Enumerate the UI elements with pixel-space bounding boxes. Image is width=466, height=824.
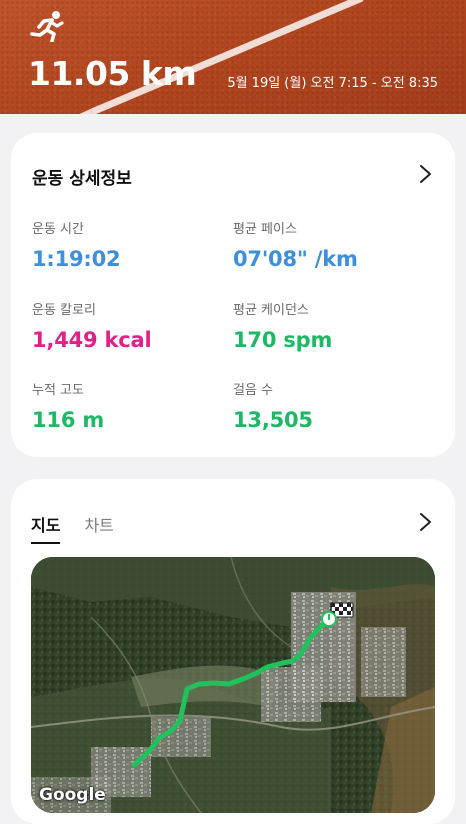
map-tabs: 지도 차트 <box>31 512 114 544</box>
metric-value: 1,449 kcal <box>32 328 152 352</box>
metric-value: 1:19:02 <box>32 247 121 271</box>
start-marker-icon <box>321 611 337 627</box>
workout-details-card[interactable]: 운동 상세정보 운동 시간 1:19:02 평균 페이스 07'08" /km … <box>11 133 455 457</box>
activity-header: 11.05 km 5월 19일 (월) 오전 7:15 - 오전 8:35 <box>0 0 466 114</box>
metric-avg-cadence: 평균 케이던스 170 spm <box>233 299 423 352</box>
metric-label: 평균 케이던스 <box>233 303 309 318</box>
google-attribution: Google <box>39 785 106 805</box>
tab-map[interactable]: 지도 <box>31 512 61 544</box>
satellite-map <box>31 557 435 813</box>
runner-icon <box>30 11 64 42</box>
chevron-right-icon[interactable] <box>415 164 435 184</box>
metric-label: 운동 칼로리 <box>32 303 96 318</box>
metric-value: 07'08" /km <box>233 247 358 271</box>
metric-label: 걸음 수 <box>233 383 274 398</box>
metric-duration: 운동 시간 1:19:02 <box>32 218 222 271</box>
details-title: 운동 상세정보 <box>32 169 132 189</box>
route-map[interactable]: Google <box>31 557 435 813</box>
metric-value: 116 m <box>32 408 105 432</box>
map-card: 지도 차트 Google <box>11 479 455 824</box>
tab-chart[interactable]: 차트 <box>84 512 113 544</box>
metric-avg-pace: 평균 페이스 07'08" /km <box>233 218 423 271</box>
distance-value: 11.05 km <box>28 54 197 93</box>
metric-label: 평균 페이스 <box>233 222 297 237</box>
metric-calories: 운동 칼로리 1,449 kcal <box>32 299 222 352</box>
chevron-right-icon[interactable] <box>415 512 435 532</box>
metric-steps: 걸음 수 13,505 <box>233 379 423 432</box>
metric-value: 13,505 <box>233 408 313 432</box>
metric-value: 170 spm <box>233 328 333 352</box>
metric-label: 누적 고도 <box>32 383 84 398</box>
metric-elevation-gain: 누적 고도 116 m <box>32 379 222 432</box>
metric-label: 운동 시간 <box>32 222 84 237</box>
workout-datetime: 5월 19일 (월) 오전 7:15 - 오전 8:35 <box>227 76 438 91</box>
